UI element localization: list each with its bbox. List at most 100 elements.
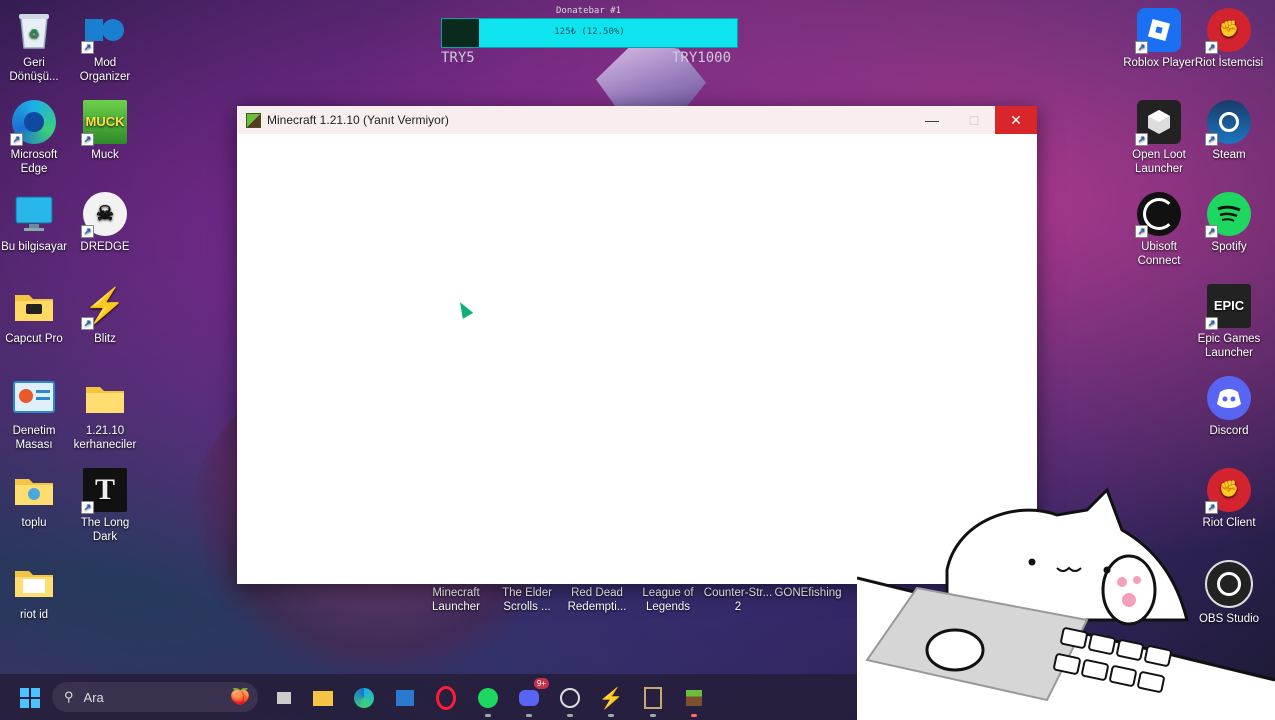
minimize-button[interactable]: — xyxy=(911,106,953,134)
desktop-icon-kerhaneciler-folder[interactable]: 1.21.10 kerhaneciler xyxy=(69,376,141,452)
league-icon xyxy=(644,687,662,709)
desktop-icon-capcut-pro[interactable]: Capcut Pro xyxy=(0,284,70,346)
running-indicator xyxy=(567,714,573,717)
shortcut-arrow-icon: ↗ xyxy=(1135,41,1148,54)
running-indicator xyxy=(650,714,656,717)
window-title: Minecraft 1.21.10 (Yanıt Vermiyor) xyxy=(267,113,449,127)
muck-icon: MUCK ↗ xyxy=(81,100,127,146)
shortcut-arrow-icon: ↗ xyxy=(81,501,94,514)
desktop-icon-dredge[interactable]: ☠ ↗ DREDGE xyxy=(69,192,141,254)
desktop-icon-roblox[interactable]: ↗ Roblox Player xyxy=(1123,8,1195,70)
task-view-button[interactable] xyxy=(270,684,298,712)
folder-icon xyxy=(12,468,56,512)
taskbar-league[interactable] xyxy=(639,684,667,717)
desktop-icon-elder-scrolls[interactable]: The Elder Scrolls ... xyxy=(491,586,563,614)
desktop-icon-steam[interactable]: ↗ Steam xyxy=(1193,100,1265,162)
desktop-icon-recycle-bin[interactable]: ♻ Geri Dönüşü... xyxy=(0,8,70,84)
donation-title: Donatebar #1 xyxy=(555,6,622,16)
discord-notification-badge: 9+ xyxy=(533,678,549,689)
spotify-icon: ↗ xyxy=(1205,192,1251,238)
bongo-cat-overlay xyxy=(857,470,1275,720)
shortcut-arrow-icon: ↗ xyxy=(81,317,94,330)
running-indicator xyxy=(526,714,532,717)
desktop-icon-mod-organizer[interactable]: ↗ Mod Organizer xyxy=(69,8,141,84)
file-explorer-icon xyxy=(313,690,333,706)
shortcut-arrow-icon: ↗ xyxy=(1135,225,1148,238)
shortcut-arrow-icon: ↗ xyxy=(10,133,23,146)
the-long-dark-icon: T ↗ xyxy=(81,468,127,514)
open-loot-icon: ↗ xyxy=(1135,100,1181,146)
desktop-icon-open-loot[interactable]: ↗ Open Loot Launcher xyxy=(1123,100,1195,176)
taskbar-blitz[interactable]: ⚡ xyxy=(597,684,625,717)
discord-icon xyxy=(1207,376,1251,420)
folder-icon xyxy=(12,284,56,328)
search-box[interactable]: ⚲ Ara 🍑 xyxy=(52,682,258,712)
donation-max-label: TRY1000 xyxy=(672,50,732,66)
desktop-icon-toplu-folder[interactable]: toplu xyxy=(0,468,70,530)
donation-min-label: TRY5 xyxy=(441,50,475,66)
taskbar-store[interactable] xyxy=(391,684,419,712)
desktop-icon-spotify[interactable]: ↗ Spotify xyxy=(1193,192,1265,254)
taskbar-spotify[interactable] xyxy=(474,684,502,717)
computer-icon xyxy=(12,192,56,236)
svg-text:♻: ♻ xyxy=(29,27,40,41)
folder-icon xyxy=(12,560,56,604)
desktop-icon-league-of-legends[interactable]: League of Legends xyxy=(632,586,704,614)
donation-progress-bar: 125₺ (12.50%) xyxy=(441,18,738,48)
desktop-icon-riot-istemcisi[interactable]: ✊ ↗ Riot İstemcisi xyxy=(1193,8,1265,70)
desktop-icon-muck[interactable]: MUCK ↗ Muck xyxy=(69,100,141,162)
taskbar-minecraft[interactable] xyxy=(680,684,708,717)
spotify-icon xyxy=(478,688,498,708)
recycle-bin-icon: ♻ xyxy=(12,8,56,52)
shortcut-arrow-icon: ↗ xyxy=(1205,317,1218,330)
desktop-icon-red-dead[interactable]: Red Dead Redempti... xyxy=(561,586,633,614)
opera-icon xyxy=(436,686,456,710)
close-icon: ✕ xyxy=(1010,111,1022,128)
desktop-icon-riot-id-folder[interactable]: riot id xyxy=(0,560,70,622)
epic-games-icon: EPIC ↗ xyxy=(1205,284,1251,330)
steam-icon: ↗ xyxy=(1205,100,1251,146)
search-placeholder: Ara xyxy=(83,689,104,705)
desktop-icon-blitz[interactable]: ⚡ ↗ Blitz xyxy=(69,284,141,346)
desktop-icon-epic-games[interactable]: EPIC ↗ Epic Games Launcher xyxy=(1193,284,1265,360)
shortcut-arrow-icon: ↗ xyxy=(81,41,94,54)
window-titlebar[interactable]: Minecraft 1.21.10 (Yanıt Vermiyor) — □ ✕ xyxy=(237,106,1037,134)
taskbar-opera-gx[interactable] xyxy=(432,684,460,712)
desktop-icon-gonefishing[interactable]: GONEfishing xyxy=(772,586,844,600)
taskbar-obs[interactable] xyxy=(556,684,584,717)
taskbar-edge[interactable] xyxy=(350,684,378,712)
dredge-icon: ☠ ↗ xyxy=(81,192,127,238)
taskbar: ⚲ Ara 🍑 9+ ⚡ xyxy=(0,674,857,720)
shortcut-arrow-icon: ↗ xyxy=(1205,41,1218,54)
blitz-icon: ⚡ xyxy=(598,687,624,710)
running-indicator xyxy=(485,714,491,717)
shortcut-arrow-icon: ↗ xyxy=(1135,133,1148,146)
desktop-icon-control-panel[interactable]: Denetim Masası xyxy=(0,376,70,452)
store-icon xyxy=(396,690,414,706)
windows-icon xyxy=(20,688,40,708)
desktop-icon-the-long-dark[interactable]: T ↗ The Long Dark xyxy=(69,468,141,544)
desktop-icon-discord[interactable]: Discord xyxy=(1193,376,1265,438)
mod-organizer-icon: ↗ xyxy=(81,8,127,54)
desktop-icon-ubisoft-connect[interactable]: ↗ Ubisoft Connect xyxy=(1123,192,1195,268)
donation-progress-text: 125₺ (12.50%) xyxy=(554,27,625,37)
minecraft-icon xyxy=(246,112,261,128)
desktop-icon-edge[interactable]: ↗ Microsoft Edge xyxy=(0,100,70,176)
taskbar-file-explorer[interactable] xyxy=(309,684,337,712)
shortcut-arrow-icon: ↗ xyxy=(81,133,94,146)
maximize-button[interactable]: □ xyxy=(953,106,995,134)
minecraft-icon xyxy=(686,690,702,706)
folder-icon xyxy=(83,376,127,420)
minimize-icon: — xyxy=(925,112,939,128)
desktop-icon-this-pc[interactable]: Bu bilgisayar xyxy=(0,192,70,254)
start-button[interactable] xyxy=(16,684,44,712)
desktop-icon-counter-strike[interactable]: Counter-Str... 2 xyxy=(702,586,774,614)
task-view-icon xyxy=(277,692,291,704)
desktop-icon-minecraft-launcher[interactable]: Minecraft Launcher xyxy=(420,586,492,614)
blitz-icon: ⚡ ↗ xyxy=(81,284,127,330)
close-button[interactable]: ✕ xyxy=(995,106,1037,134)
shortcut-arrow-icon: ↗ xyxy=(1205,225,1218,238)
edge-icon: ↗ xyxy=(10,100,56,146)
taskbar-discord[interactable]: 9+ xyxy=(515,678,549,717)
control-panel-icon xyxy=(12,376,56,420)
